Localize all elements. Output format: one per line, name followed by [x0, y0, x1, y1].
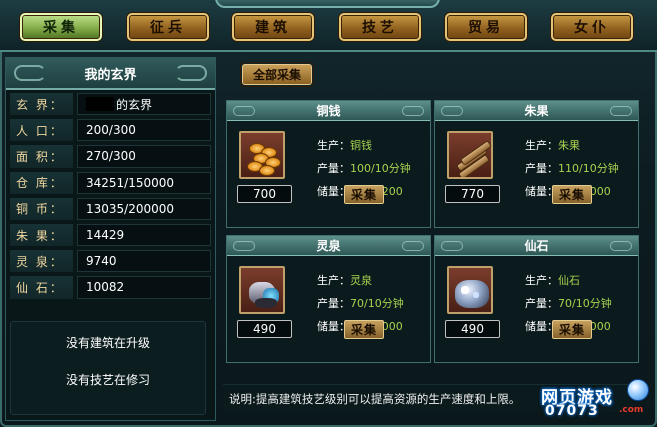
output-value: 110/10分钟 — [558, 162, 619, 175]
produce-value: 朱果 — [558, 139, 580, 152]
card-title: 灵泉 — [227, 236, 430, 256]
tab-trade[interactable]: 贸易 — [445, 13, 527, 41]
collect-button[interactable]: 采集 — [552, 320, 592, 339]
scroll-ornament-icon — [14, 65, 46, 81]
building-upgrade-status: 没有建筑在升级 — [65, 336, 150, 350]
produce-value: 仙石 — [558, 274, 580, 287]
realm-info-header: 我的玄界 — [6, 58, 215, 90]
coins-icon — [239, 131, 285, 179]
stock-count: 490 — [445, 320, 500, 338]
realm-info-title: 我的玄界 — [84, 67, 137, 83]
stat-label: 面 积： — [10, 145, 73, 168]
resource-card-stone: 仙石 生产：仙石 产量：70/10分钟 储量：490/4000 490 采集 — [434, 235, 639, 363]
stat-row-population: 人 口： 200/300 — [10, 119, 211, 142]
produce-value: 灵泉 — [350, 274, 372, 287]
output-label: 产量： — [317, 162, 350, 175]
stat-row-copper: 铜 币： 13035/200000 — [10, 197, 211, 220]
stat-label: 人 口： — [10, 119, 73, 142]
output-label: 产量： — [525, 297, 558, 310]
stat-value: 13035/200000 — [77, 197, 211, 220]
output-value: 100/10分钟 — [350, 162, 411, 175]
stat-label: 仓 库： — [10, 171, 73, 194]
produce-label: 生产： — [317, 274, 350, 287]
stat-row-stone: 仙 石： 10082 — [10, 276, 211, 299]
output-value: 70/10分钟 — [350, 297, 404, 310]
watermark-line2: 07073 — [545, 403, 599, 419]
stat-value: 200/300 — [77, 119, 211, 142]
collect-button[interactable]: 采集 — [344, 320, 384, 339]
stat-label: 玄 界： — [10, 93, 73, 116]
status-notes: 没有建筑在升级 没有技艺在修习 — [10, 321, 206, 415]
realm-name: 的玄界 — [116, 97, 153, 112]
card-title: 仙石 — [435, 236, 638, 256]
resource-card-fruit: 朱果 生产：朱果 产量：110/10分钟 储量：770/8000 770 采集 — [434, 100, 639, 228]
output-label: 产量： — [525, 162, 558, 175]
resource-card-spring: 灵泉 生产：灵泉 产量：70/10分钟 储量：490/4000 490 采集 — [226, 235, 431, 363]
collect-button[interactable]: 采集 — [344, 185, 384, 204]
skill-training-status: 没有技艺在修习 — [65, 373, 150, 387]
stat-row-fruit: 朱 果： 14429 — [10, 223, 211, 247]
output-label: 产量： — [317, 297, 350, 310]
stat-row-warehouse: 仓 库： 34251/150000 — [10, 171, 211, 194]
tab-recruit[interactable]: 征兵 — [127, 13, 209, 41]
redacted-name — [86, 97, 114, 112]
stock-count: 770 — [445, 185, 500, 203]
resource-card-copper: 铜钱 生产：铜钱 产量：100/10分钟 储量：700/7200 700 采集 — [226, 100, 431, 228]
stat-label: 灵 泉： — [10, 250, 73, 273]
card-title: 朱果 — [435, 101, 638, 121]
tab-building[interactable]: 建筑 — [232, 13, 314, 41]
stock-count: 490 — [237, 320, 292, 338]
top-bar: 采集 征兵 建筑 技艺 贸易 女仆 — [0, 0, 657, 52]
output-value: 70/10分钟 — [558, 297, 612, 310]
watermark-suffix: .com — [619, 405, 644, 415]
realm-info-panel: 我的玄界 玄 界： 的玄界 人 口： 200/300 面 积： 270/300 … — [5, 57, 216, 421]
card-title: 铜钱 — [227, 101, 430, 121]
tab-skills[interactable]: 技艺 — [339, 13, 421, 41]
stone-icon — [447, 266, 493, 314]
tab-maid[interactable]: 女仆 — [551, 13, 633, 41]
produce-label: 生产： — [525, 139, 558, 152]
collect-button[interactable]: 采集 — [552, 185, 592, 204]
scroll-ornament-icon — [175, 65, 207, 81]
title-plate — [215, 0, 440, 8]
stat-label: 仙 石： — [10, 276, 73, 299]
produce-label: 生产： — [317, 139, 350, 152]
tab-bar: 采集 征兵 建筑 技艺 贸易 女仆 — [20, 13, 640, 41]
logs-icon — [447, 131, 493, 179]
produce-label: 生产： — [525, 274, 558, 287]
stat-value: 10082 — [77, 276, 211, 299]
stat-label: 朱 果： — [10, 223, 73, 247]
collect-all-button[interactable]: 全部采集 — [240, 62, 314, 87]
site-watermark: 网页游戏 07073 .com — [541, 379, 651, 423]
tab-collect[interactable]: 采集 — [20, 13, 102, 41]
produce-value: 铜钱 — [350, 139, 372, 152]
stat-row-realm: 玄 界： 的玄界 — [10, 93, 211, 116]
stat-value: 270/300 — [77, 145, 211, 168]
stat-value: 14429 — [77, 223, 211, 247]
realm-stats: 玄 界： 的玄界 人 口： 200/300 面 积： 270/300 仓 库： … — [6, 90, 215, 299]
stock-count: 700 — [237, 185, 292, 203]
stat-row-area: 面 积： 270/300 — [10, 145, 211, 168]
stat-value: 9740 — [77, 250, 211, 273]
stat-value: 的玄界 — [77, 93, 211, 116]
stat-value: 34251/150000 — [77, 171, 211, 194]
stat-row-spring: 灵 泉： 9740 — [10, 250, 211, 273]
mascot-ball-icon — [627, 379, 649, 401]
spring-icon — [239, 266, 285, 314]
stat-label: 铜 币： — [10, 197, 73, 220]
